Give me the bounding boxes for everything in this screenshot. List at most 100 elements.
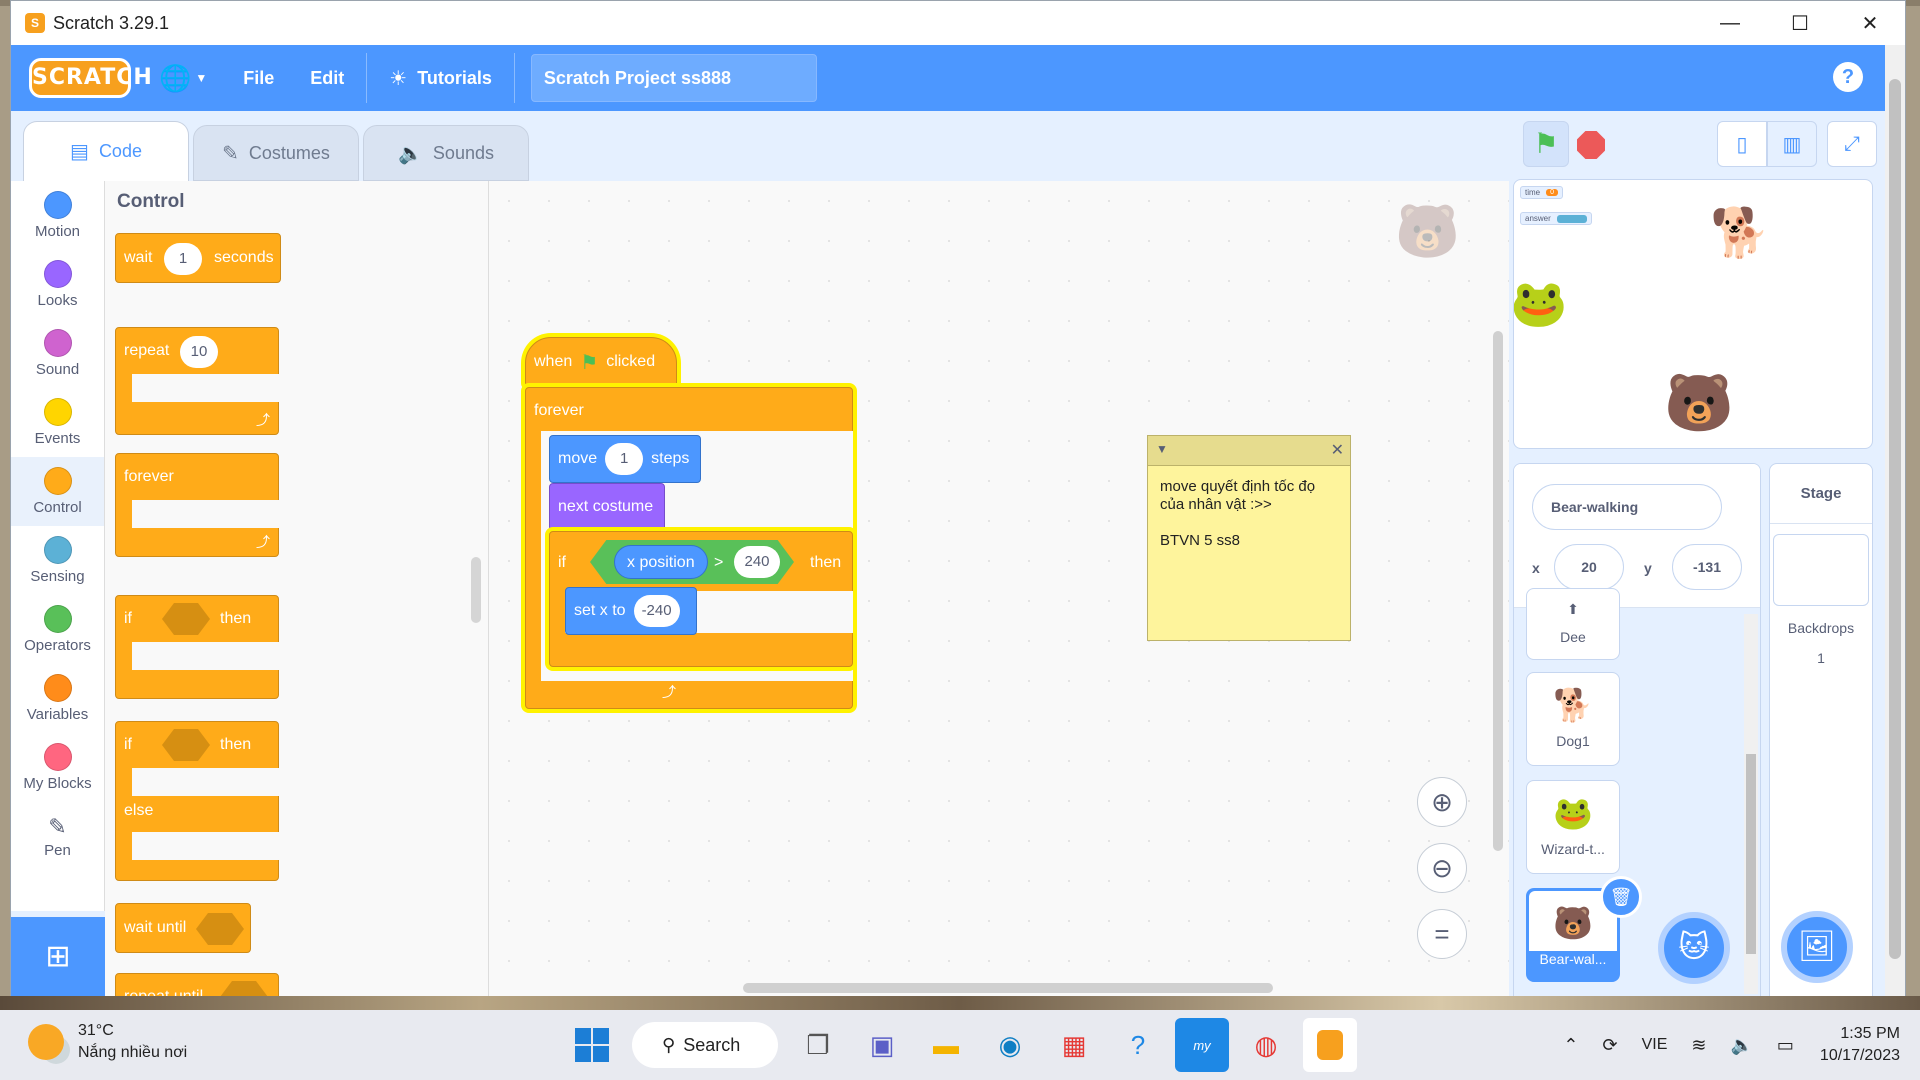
store-icon[interactable]: ▦ — [1047, 1018, 1101, 1072]
zoom-in-button[interactable]: ⊕ — [1417, 777, 1467, 827]
comment-header[interactable]: ▼ ✕ — [1148, 436, 1350, 466]
sprite-name-input[interactable]: Bear-walking — [1532, 484, 1722, 530]
category-motion[interactable]: Motion — [11, 181, 104, 250]
set-x-input[interactable]: -240 — [633, 595, 680, 627]
stage-thumbnail[interactable] — [1773, 534, 1869, 606]
project-title-input[interactable]: Scratch Project ss888 — [530, 54, 817, 102]
stop-button[interactable] — [1577, 131, 1605, 159]
stage-canvas[interactable]: time 0 answer 🐕 🐸 🐻 — [1513, 179, 1873, 449]
zoom-reset-button[interactable]: = — [1417, 909, 1467, 959]
category-events[interactable]: Events — [11, 388, 104, 457]
category-my-blocks[interactable]: My Blocks — [11, 733, 104, 802]
answer-monitor[interactable]: answer — [1520, 212, 1592, 225]
wait-seconds-input[interactable]: 1 — [164, 243, 202, 275]
horizontal-scrollbar[interactable] — [743, 983, 1273, 993]
sprite-tile[interactable]: ⬆ Dee — [1526, 588, 1620, 660]
chrome-icon[interactable]: ◍ — [1239, 1018, 1293, 1072]
sync-icon[interactable]: ⟳ — [1603, 1035, 1618, 1056]
condition-slot[interactable] — [162, 603, 210, 635]
set-x-block[interactable]: set x to -240 — [565, 587, 697, 635]
delete-sprite-button[interactable]: 🗑 — [1600, 876, 1642, 918]
file-menu[interactable]: File — [225, 45, 292, 111]
forever-block[interactable]: forever ⤴ — [115, 453, 280, 557]
taskbar-search[interactable]: ⚲ Search — [632, 1022, 778, 1068]
wait-block[interactable]: wait 1 seconds — [115, 233, 281, 283]
when-flag-clicked-block[interactable]: when ⚑ clicked — [525, 337, 677, 387]
teams-icon[interactable]: ▣ — [855, 1018, 909, 1072]
minimize-button[interactable]: — — [1695, 1, 1765, 45]
help-app-icon[interactable]: ? — [1111, 1018, 1165, 1072]
green-flag-button[interactable]: ⚑ — [1523, 121, 1569, 167]
language-indicator[interactable]: VIE — [1642, 1036, 1668, 1054]
chevron-up-icon[interactable]: ⌃ — [1563, 1035, 1578, 1056]
category-label: Variables — [26, 706, 89, 723]
sprite-list-scrollbar[interactable] — [1744, 614, 1758, 994]
vertical-scrollbar[interactable] — [1493, 331, 1503, 851]
if-then-block[interactable]: if then — [115, 595, 280, 699]
if-else-block[interactable]: if then else — [115, 721, 280, 881]
wifi-icon[interactable]: ≋ — [1691, 1035, 1706, 1056]
add-extension-button[interactable]: ⊞ — [11, 917, 105, 997]
next-costume-block[interactable]: next costume — [549, 483, 665, 531]
start-button[interactable] — [565, 1018, 619, 1072]
category-operators[interactable]: Operators — [11, 595, 104, 664]
language-menu[interactable]: 🌐 ▼ — [141, 45, 225, 111]
condition-slot[interactable] — [196, 913, 244, 945]
sprite-tile[interactable]: 🐸 Wizard-t... — [1526, 780, 1620, 874]
task-view-icon[interactable]: ❐ — [791, 1018, 845, 1072]
category-sensing[interactable]: Sensing — [11, 526, 104, 595]
condition-slot[interactable] — [162, 729, 210, 761]
tab-costumes[interactable]: ✎ Costumes — [193, 125, 359, 181]
tutorials-menu[interactable]: ☀ Tutorials — [371, 45, 510, 111]
tab-sounds[interactable]: 🔈 Sounds — [363, 125, 529, 181]
sprite-tile[interactable]: 🐕 Dog1 — [1526, 672, 1620, 766]
collapse-arrow-icon[interactable]: ▼ — [1156, 442, 1168, 456]
wait-until-block[interactable]: wait until — [115, 903, 251, 953]
small-stage-button[interactable]: ▯ — [1717, 121, 1767, 167]
zoom-out-button[interactable]: ⊖ — [1417, 843, 1467, 893]
comment-text[interactable]: move quyết định tốc đọ của nhân vật :>> … — [1148, 466, 1350, 562]
large-stage-button[interactable]: ▥ — [1767, 121, 1817, 167]
fullscreen-button[interactable]: ⤢ — [1827, 121, 1877, 167]
maximize-button[interactable]: ☐ — [1765, 1, 1835, 45]
y-position-input[interactable]: -131 — [1672, 544, 1742, 590]
category-pen[interactable]: ✎ Pen — [11, 802, 104, 871]
move-steps-block[interactable]: move 1 steps — [549, 435, 701, 483]
bear-sprite[interactable]: 🐻 — [1664, 370, 1734, 436]
category-variables[interactable]: Variables — [11, 664, 104, 733]
scratch-taskbar-icon[interactable] — [1303, 1018, 1357, 1072]
x-position-input[interactable]: 20 — [1554, 544, 1624, 590]
file-explorer-icon[interactable]: ▬ — [919, 1018, 973, 1072]
window-scrollbar[interactable] — [1885, 45, 1905, 999]
weather-widget[interactable]: 31°C Nắng nhiều nơi — [28, 1020, 187, 1064]
close-comment-icon[interactable]: ✕ — [1331, 440, 1344, 460]
close-button[interactable]: ✕ — [1835, 1, 1905, 45]
wizard-sprite[interactable]: 🐸 — [1514, 276, 1567, 331]
script-area[interactable]: 🐻 when ⚑ clicked forever ⤴ move 1 steps — [489, 181, 1509, 999]
threshold-input[interactable]: 240 — [734, 546, 780, 578]
move-steps-input[interactable]: 1 — [605, 443, 644, 475]
myhp-icon[interactable]: my — [1175, 1018, 1229, 1072]
scratch-logo[interactable]: SCRATCH — [29, 58, 152, 98]
add-sprite-button[interactable]: 🐱 — [1658, 912, 1730, 984]
volume-icon[interactable]: 🔈 — [1730, 1035, 1752, 1056]
loop-arrow-icon: ⤴ — [256, 412, 270, 428]
dog-sprite[interactable]: 🐕 — [1710, 204, 1770, 261]
category-sound[interactable]: Sound — [11, 319, 104, 388]
tab-code[interactable]: ▤ Code — [23, 121, 189, 181]
time-monitor[interactable]: time 0 — [1520, 186, 1564, 199]
category-looks[interactable]: Looks — [11, 250, 104, 319]
x-position-reporter[interactable]: x position — [614, 545, 708, 579]
help-button[interactable]: ? — [1833, 62, 1863, 92]
battery-icon[interactable]: ▭ — [1777, 1035, 1794, 1056]
script-comment[interactable]: ▼ ✕ move quyết định tốc đọ của nhân vật … — [1147, 435, 1351, 641]
edit-menu[interactable]: Edit — [292, 45, 362, 111]
sensing-dot — [43, 536, 72, 564]
palette-scrollbar[interactable] — [471, 557, 481, 623]
add-backdrop-button[interactable]: 🖼 — [1781, 911, 1853, 983]
category-control[interactable]: Control — [11, 457, 104, 526]
edge-icon[interactable]: ◉ — [983, 1018, 1037, 1072]
clock[interactable]: 1:35 PM 10/17/2023 — [1820, 1023, 1900, 1067]
repeat-block[interactable]: repeat 10 ⤴ — [115, 327, 280, 435]
repeat-count-input[interactable]: 10 — [180, 336, 218, 368]
